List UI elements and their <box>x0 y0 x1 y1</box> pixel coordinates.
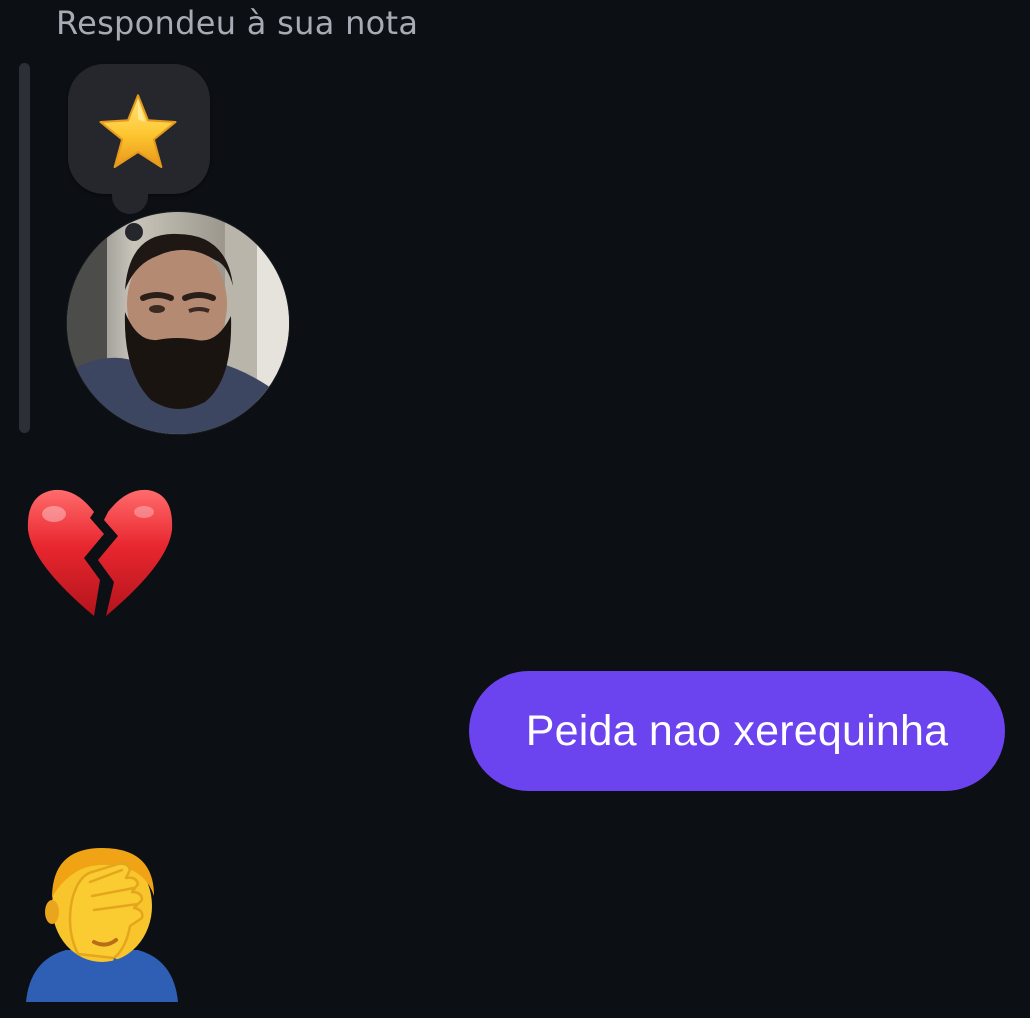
note-bubble-tail <box>112 186 148 214</box>
message-text: Peida nao xerequinha <box>525 706 949 755</box>
avatar[interactable] <box>67 212 289 434</box>
reply-header: Respondeu à sua nota <box>56 4 419 42</box>
man-facepalming-icon[interactable] <box>22 842 182 1002</box>
note-bubble-dot <box>125 223 143 241</box>
outgoing-message-bubble[interactable]: Peida nao xerequinha <box>469 671 1005 791</box>
reply-indicator-bar <box>19 63 30 433</box>
star-icon <box>99 94 177 169</box>
broken-heart-icon[interactable] <box>24 484 176 624</box>
avatar-photo <box>67 212 289 434</box>
